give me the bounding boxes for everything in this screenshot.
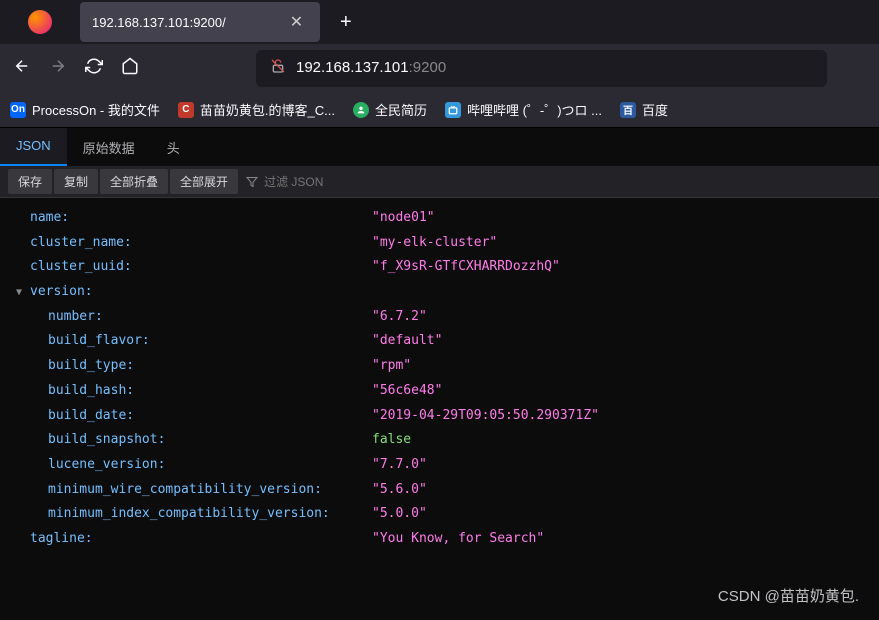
watermark: CSDN @苗苗奶黄包. [718, 585, 859, 606]
json-row-build-flavor[interactable]: build_flavor: "default" [0, 329, 879, 354]
back-button[interactable] [12, 57, 32, 80]
bookmark-label: ProcessOn - 我的文件 [32, 100, 160, 119]
new-tab-button[interactable]: + [328, 7, 364, 38]
forward-button [48, 57, 68, 80]
json-viewer-tabs: JSON 原始数据 头 [0, 128, 879, 166]
bookmark-label: 哔哩哔哩 (゜-゜)つロ ... [467, 100, 602, 119]
json-row-number[interactable]: number: "6.7.2" [0, 305, 879, 330]
collapse-arrow-icon[interactable]: ▼ [16, 283, 30, 302]
filter-control [246, 175, 419, 189]
browser-tab[interactable]: 192.168.137.101:9200/ ✕ [80, 2, 320, 42]
json-row-cluster-uuid[interactable]: cluster_uuid: "f_X9sR-GTfCXHARRDozzhQ" [0, 255, 879, 280]
bookmark-icon [445, 102, 461, 118]
bookmark-icon: 百 [620, 102, 636, 118]
close-tab-icon[interactable]: ✕ [286, 10, 307, 34]
json-row-build-hash[interactable]: build_hash: "56c6e48" [0, 379, 879, 404]
bookmark-label: 百度 [642, 100, 668, 119]
json-row-name[interactable]: name: "node01" [0, 206, 879, 231]
json-row-version[interactable]: ▼version: [0, 280, 879, 305]
bookmark-icon: On [10, 102, 26, 118]
bookmark-label: 苗苗奶黄包.的博客_C... [200, 100, 335, 119]
save-button[interactable]: 保存 [8, 169, 52, 194]
firefox-logo-icon [28, 10, 52, 34]
bookmark-resume[interactable]: 全民简历 [353, 100, 427, 119]
bookmark-bilibili[interactable]: 哔哩哔哩 (゜-゜)つロ ... [445, 100, 602, 119]
address-bar[interactable]: 192.168.137.101:9200 [256, 50, 827, 87]
bookmark-baidu[interactable]: 百 百度 [620, 100, 668, 119]
bookmark-icon: C [178, 102, 194, 118]
browser-tab-bar: 192.168.137.101:9200/ ✕ + [0, 0, 879, 44]
tab-headers[interactable]: 头 [151, 128, 196, 166]
json-row-build-type[interactable]: build_type: "rpm" [0, 354, 879, 379]
collapse-all-button[interactable]: 全部折叠 [100, 169, 168, 194]
bookmarks-bar: On ProcessOn - 我的文件 C 苗苗奶黄包.的博客_C... 全民简… [0, 92, 879, 128]
json-row-min-wire-compat[interactable]: minimum_wire_compatibility_version: "5.6… [0, 478, 879, 503]
tab-raw-data[interactable]: 原始数据 [67, 128, 151, 166]
bookmark-processon[interactable]: On ProcessOn - 我的文件 [10, 100, 160, 119]
bookmark-icon [353, 102, 369, 118]
json-row-cluster-name[interactable]: cluster_name: "my-elk-cluster" [0, 231, 879, 256]
insecure-lock-icon [270, 58, 286, 79]
home-button[interactable] [120, 57, 140, 80]
filter-input[interactable] [264, 175, 419, 189]
bookmark-label: 全民简历 [375, 100, 427, 119]
url-text: 192.168.137.101:9200 [296, 59, 446, 77]
json-content: name: "node01" cluster_name: "my-elk-clu… [0, 198, 879, 620]
tab-title: 192.168.137.101:9200/ [92, 15, 226, 30]
expand-all-button[interactable]: 全部展开 [170, 169, 238, 194]
bookmark-csdn-blog[interactable]: C 苗苗奶黄包.的博客_C... [178, 100, 335, 119]
copy-button[interactable]: 复制 [54, 169, 98, 194]
json-row-lucene-version[interactable]: lucene_version: "7.7.0" [0, 453, 879, 478]
filter-icon [246, 176, 258, 188]
json-row-build-date[interactable]: build_date: "2019-04-29T09:05:50.290371Z… [0, 404, 879, 429]
json-row-min-index-compat[interactable]: minimum_index_compatibility_version: "5.… [0, 502, 879, 527]
nav-bar: 192.168.137.101:9200 [0, 44, 879, 92]
tab-json[interactable]: JSON [0, 128, 67, 166]
reload-button[interactable] [84, 57, 104, 80]
json-toolbar: 保存 复制 全部折叠 全部展开 [0, 166, 879, 198]
json-row-build-snapshot[interactable]: build_snapshot: false [0, 428, 879, 453]
json-row-tagline[interactable]: tagline: "You Know, for Search" [0, 527, 879, 552]
